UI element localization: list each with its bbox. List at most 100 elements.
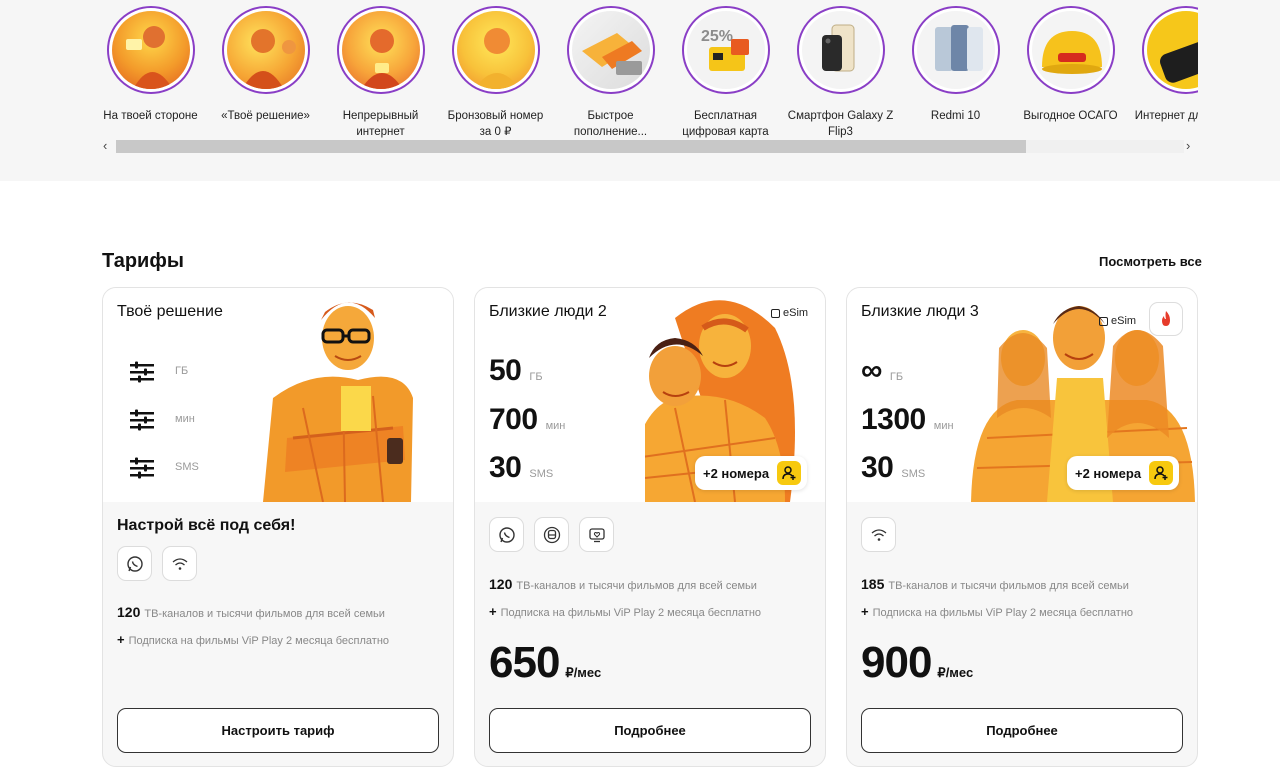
add-user-icon[interactable] [777, 461, 802, 485]
story-ring [911, 6, 1000, 94]
wifi-icon[interactable] [162, 546, 197, 581]
story-image [1146, 11, 1198, 89]
story-ring [106, 6, 195, 94]
vip-text: Подписка на фильмы ViP Play 2 месяца бес… [872, 607, 1134, 619]
tv-text: ТВ-каналов и тысячи фильмов для всей сем… [888, 580, 1129, 592]
story-tvoe-reshenie[interactable]: «Твоё решение» [208, 6, 323, 124]
story-nepreryvnyy-internet[interactable]: Непрерывный интернет [323, 6, 438, 140]
story-ring [566, 6, 655, 94]
stat-unit: мин [933, 420, 954, 432]
tariffs-title: Тарифы [102, 250, 184, 272]
story-ring: 25% [681, 6, 770, 94]
story-ring [221, 6, 310, 94]
stat-value: 1300 [861, 403, 926, 436]
story-internet-dlya-dachi[interactable]: Интернет для дачи [1128, 6, 1198, 124]
tv-text: ТВ-каналов и тысячи фильмов для всей сем… [516, 580, 757, 592]
see-all-link[interactable]: Посмотреть все [1099, 254, 1202, 269]
story-image [341, 11, 420, 89]
stat-value: ∞ [861, 354, 882, 387]
stat-value: 700 [489, 403, 538, 436]
stat-unit: мин [545, 420, 566, 432]
stat-min: 1300 мин [861, 403, 954, 437]
scrollbar-thumb[interactable] [116, 140, 1026, 153]
story-galaxy-z-flip3[interactable]: Смартфон Galaxy Z Flip3 [783, 6, 898, 140]
plus-icon: + [861, 604, 869, 619]
tariff-name: Близкие люди 2 [489, 303, 607, 320]
story-label: Интернет для дачи [1134, 110, 1198, 122]
tv-count: 185 [861, 576, 885, 592]
tariff-card-blizkie-lyudi-2: Близкие люди 2 eSim 50 ГБ 700 мин 30 SMS +2… [474, 287, 826, 767]
sim-chip-icon [1099, 316, 1108, 326]
tv-count: 120 [489, 576, 513, 592]
card-header: Твоё решение ГБ мин SMS [103, 288, 453, 502]
price-unit: ₽/мес [937, 665, 974, 680]
tv-heart-icon[interactable] [579, 517, 614, 552]
story-vygodnoe-osago[interactable]: Выгодное ОСАГО [1013, 6, 1128, 124]
story-label: Бронзовый номер за 0 ₽ [447, 110, 544, 138]
story-label: Смартфон Galaxy Z Flip3 [787, 110, 894, 138]
scroll-left-arrow[interactable]: ‹ [103, 139, 107, 152]
details-button[interactable]: Подробнее [861, 708, 1183, 753]
whatsapp-icon[interactable] [117, 546, 152, 581]
price: 900 ₽/мес [861, 638, 973, 688]
scroll-right-arrow[interactable]: › [1186, 139, 1190, 152]
vip-subscription: + Подписка на фильмы ViP Play 2 месяца бе… [117, 632, 389, 647]
add-numbers-badge[interactable]: +2 номера [695, 456, 808, 490]
tariff-card-tvoe-reshenie: Твоё решение ГБ мин SMS Настрой всё под … [102, 287, 454, 767]
stat-value: 50 [489, 354, 522, 387]
story-image: 25% [686, 11, 765, 89]
esim-label: eSim [783, 307, 809, 319]
story-na-tvoey-storone[interactable]: На твоей стороне [102, 6, 208, 124]
story-image [571, 11, 650, 89]
stat-unit: ГБ [889, 371, 904, 383]
tariff-card-blizkie-lyudi-3: Близкие люди 3 eSim ∞ ГБ 1300 мин 30 SMS +2… [846, 287, 1198, 767]
story-image [916, 11, 995, 89]
sim-chip-icon [771, 308, 780, 318]
details-button[interactable]: Подробнее [489, 708, 811, 753]
transport-icon[interactable] [534, 517, 569, 552]
story-label: Непрерывный интернет [342, 110, 419, 138]
stories-carousel: На твоей стороне «Твоё решение» Непрерыв… [102, 0, 1198, 140]
card-subtitle: Настрой всё под себя! [117, 517, 296, 534]
story-label: Бесплатная цифровая карта [682, 110, 769, 138]
sliders-icon[interactable] [129, 408, 155, 432]
wifi-icon[interactable] [861, 517, 896, 552]
card-header: Близкие люди 2 eSim 50 ГБ 700 мин 30 SMS +2… [475, 288, 825, 502]
price: 650 ₽/мес [489, 638, 601, 688]
hot-offer-icon[interactable] [1149, 302, 1183, 336]
tv-text: ТВ-каналов и тысячи фильмов для всей сем… [144, 608, 385, 620]
price-value: 900 [861, 638, 932, 687]
story-image [1031, 11, 1110, 89]
card-header: Близкие люди 3 eSim ∞ ГБ 1300 мин 30 SMS +2… [847, 288, 1197, 502]
story-image [226, 11, 305, 89]
tv-channels: 185 ТВ-каналов и тысячи фильмов для всей … [861, 576, 1129, 592]
stat-sms: 30 SMS [861, 451, 925, 485]
price-value: 650 [489, 638, 560, 687]
stat-min: 700 мин [489, 403, 565, 437]
tariff-name: Твоё решение [117, 303, 223, 320]
stories-band: На твоей стороне «Твоё решение» Непрерыв… [0, 0, 1280, 181]
add-user-icon[interactable] [1149, 461, 1174, 485]
stat-sms: 30 SMS [489, 451, 553, 485]
vip-subscription: + Подписка на фильмы ViP Play 2 месяца бе… [489, 604, 761, 619]
horizontal-scrollbar[interactable] [116, 140, 1184, 153]
story-bronzovyy-nomer[interactable]: Бронзовый номер за 0 ₽ [438, 6, 553, 140]
plus-icon: + [117, 632, 125, 647]
story-redmi-10[interactable]: Redmi 10 [898, 6, 1013, 124]
whatsapp-icon[interactable] [489, 517, 524, 552]
add-numbers-badge[interactable]: +2 номера [1067, 456, 1180, 490]
tariff-name: Близкие люди 3 [861, 303, 979, 320]
esim-badge: eSim [1099, 315, 1136, 327]
sliders-icon[interactable] [129, 360, 155, 384]
story-bystroe-popolnenie[interactable]: Быстрое пополнение... [553, 6, 668, 140]
stat-value: 30 [861, 451, 894, 484]
sliders-icon[interactable] [129, 456, 155, 480]
story-ring [1026, 6, 1115, 94]
stat-value: 30 [489, 451, 522, 484]
vip-text: Подписка на фильмы ViP Play 2 месяца бес… [128, 635, 390, 647]
story-image [801, 11, 880, 89]
story-besplatnaya-karta[interactable]: 25% Бесплатная цифровая карта [668, 6, 783, 140]
stat-unit: SMS [901, 468, 926, 480]
unit-gb: ГБ [175, 365, 189, 377]
configure-tariff-button[interactable]: Настроить тариф [117, 708, 439, 753]
